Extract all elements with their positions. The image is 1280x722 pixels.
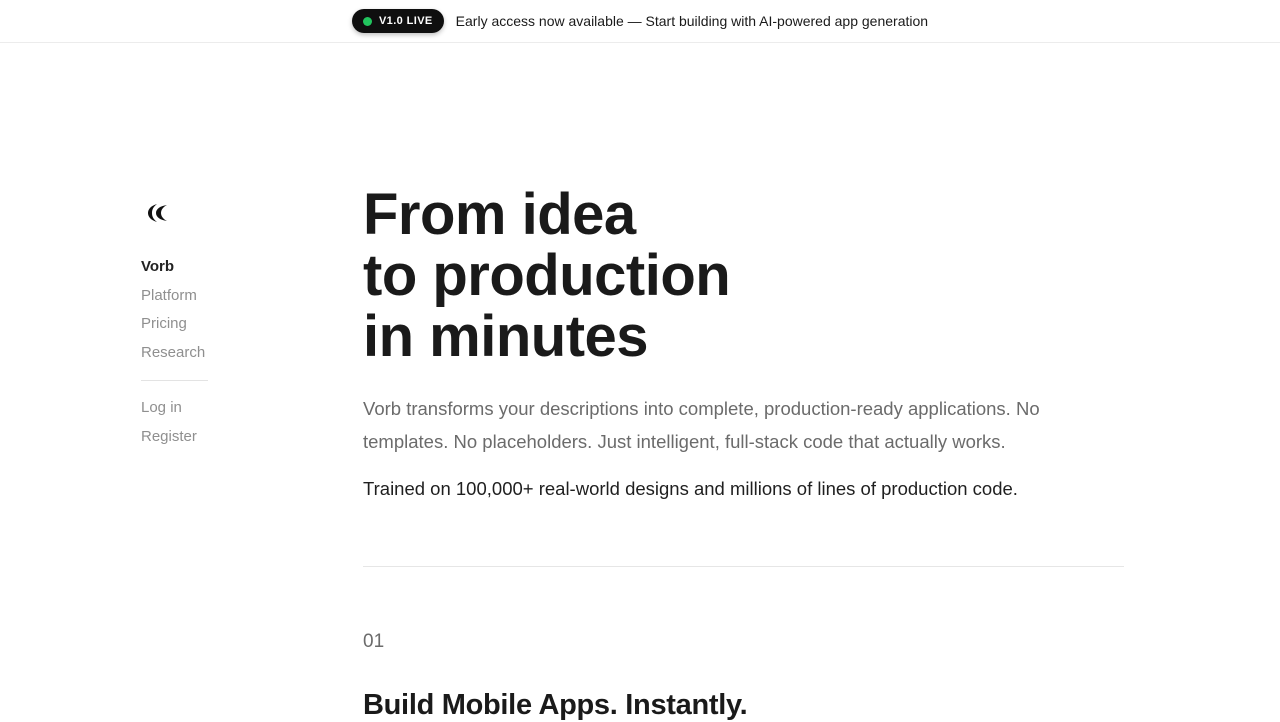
- hero-headline-line: From idea: [363, 182, 636, 247]
- register-link[interactable]: Register: [141, 423, 261, 452]
- nav-item-platform[interactable]: Platform: [141, 282, 261, 311]
- live-status-dot: [362, 16, 372, 26]
- hero-training-note: Trained on 100,000+ real-world designs a…: [363, 478, 1018, 499]
- announcement-text: Early access now available — Start build…: [455, 13, 929, 29]
- section-number: 01: [363, 631, 385, 652]
- nav-item-vorb[interactable]: Vorb: [141, 253, 261, 282]
- nav-item-research[interactable]: Research: [141, 339, 261, 368]
- hero-description: Vorb transforms your descriptions into c…: [363, 398, 1040, 452]
- sidebar-nav: Vorb Platform Pricing Research Log in Re…: [141, 200, 261, 452]
- hero-headline-line: to production: [363, 243, 731, 308]
- hero-headline-line: in minutes: [363, 304, 649, 369]
- nav-item-pricing[interactable]: Pricing: [141, 310, 261, 339]
- version-badge: V1.0 LIVE: [351, 9, 444, 33]
- section-title: Build Mobile Apps. Instantly.: [363, 689, 748, 721]
- login-link[interactable]: Log in: [141, 394, 261, 423]
- version-badge-label: V1.0 LIVE: [378, 15, 433, 27]
- main-content: From idea to production in minutes Vorb …: [363, 184, 1124, 722]
- vorb-logo-icon[interactable]: [144, 200, 172, 226]
- section-divider: [363, 566, 1124, 567]
- nav-divider: [141, 380, 208, 382]
- hero-headline: From idea to production in minutes: [363, 184, 1124, 367]
- announcement-banner: V1.0 LIVE Early access now available — S…: [0, 0, 1280, 43]
